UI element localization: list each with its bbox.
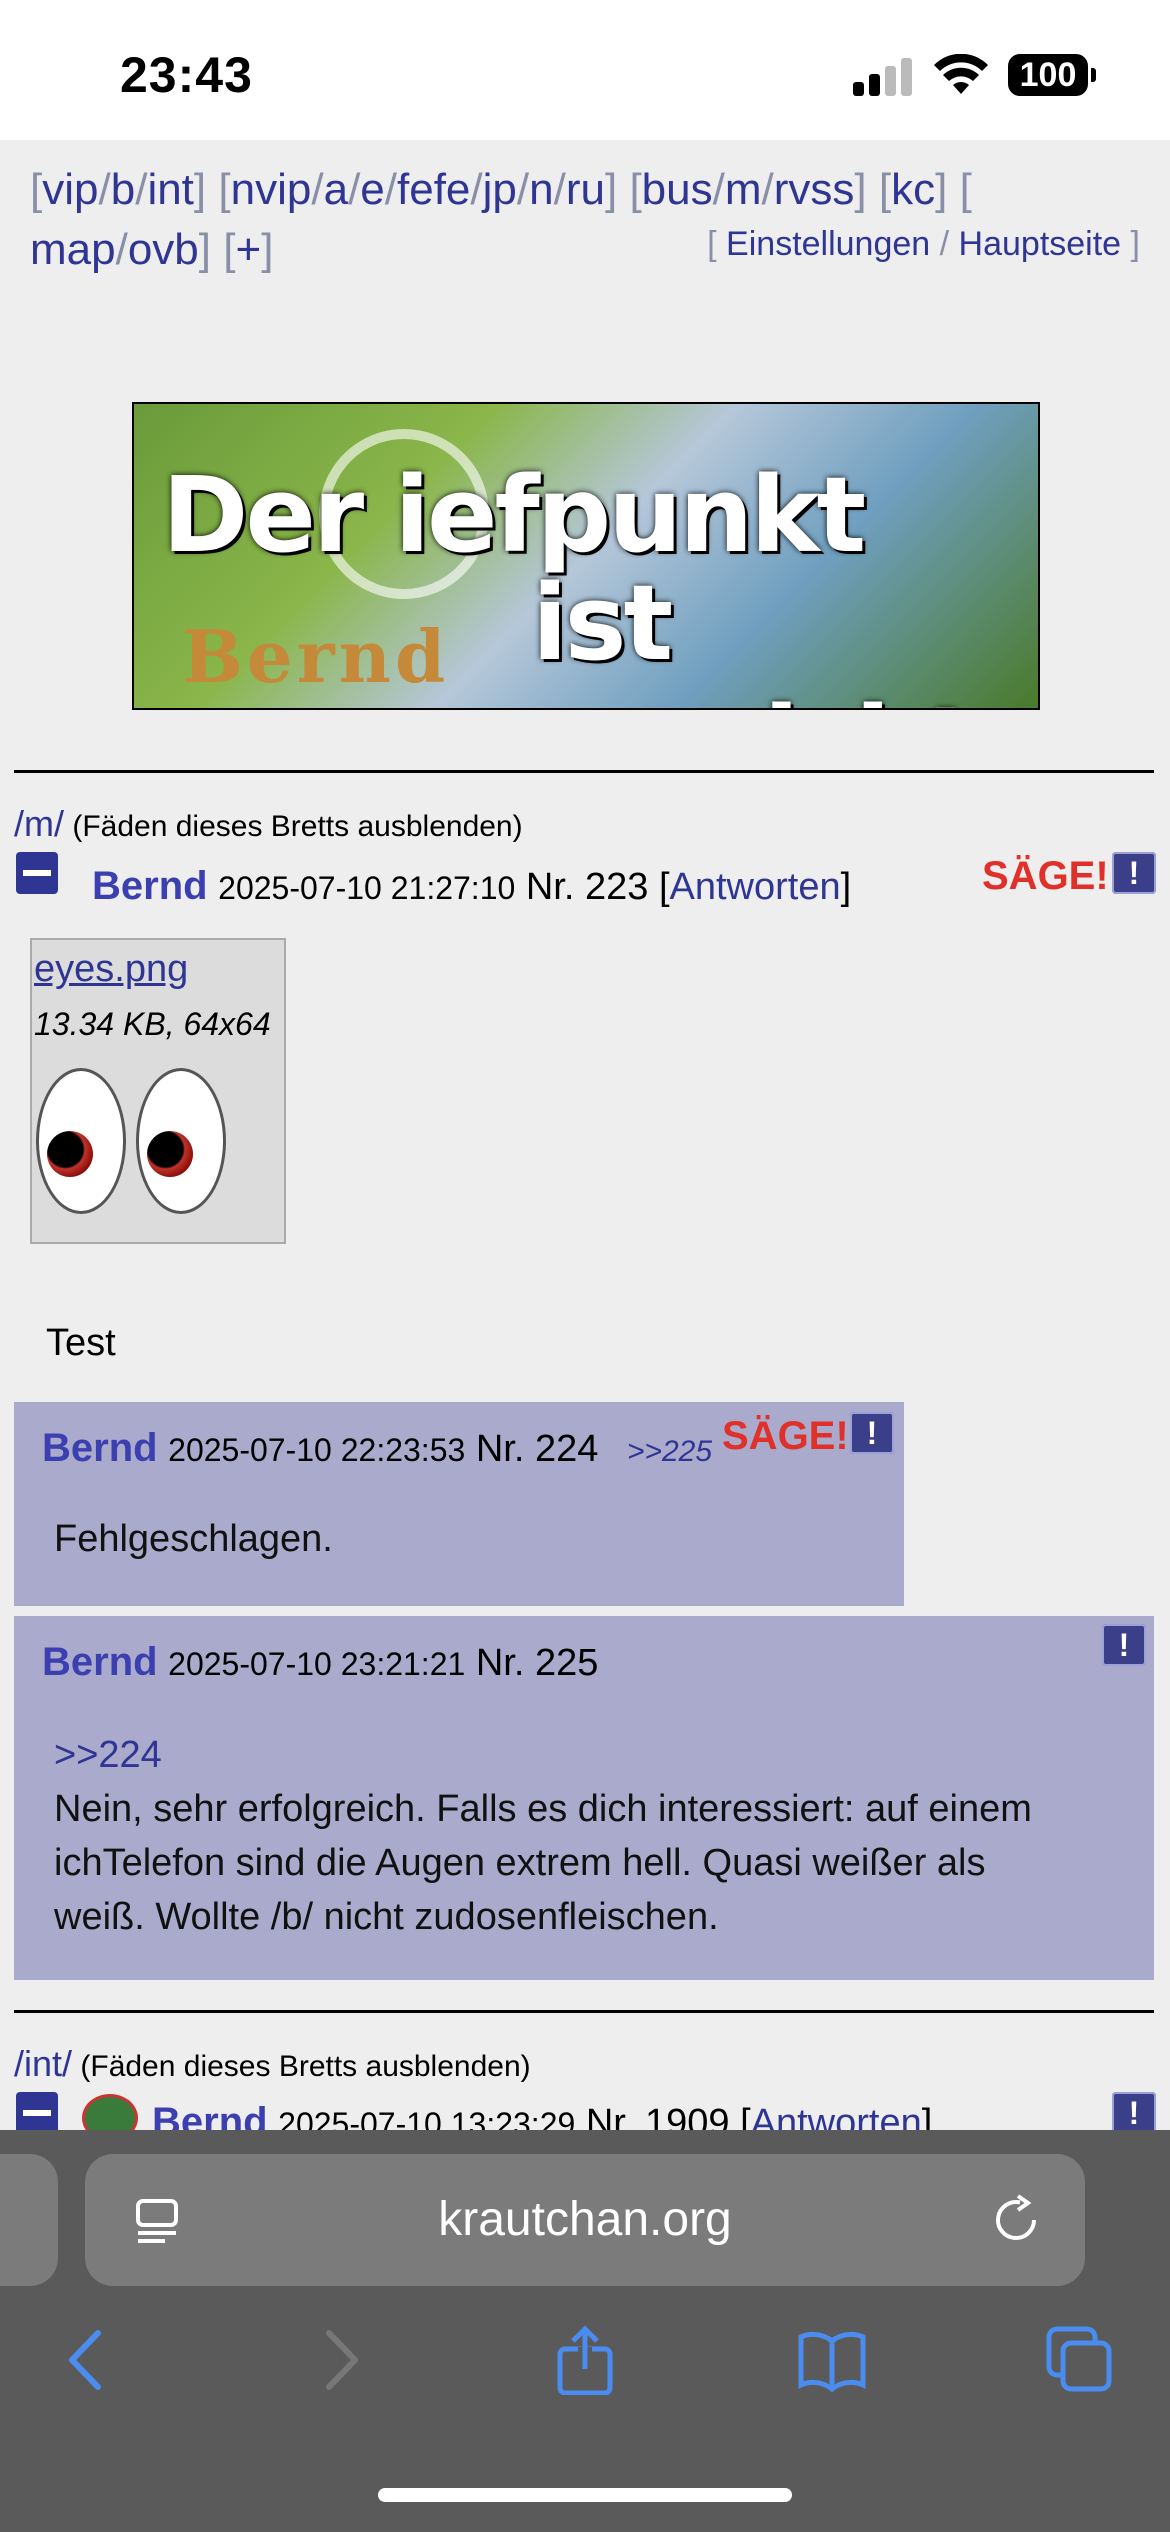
post-number[interactable]: Nr. 224 bbox=[476, 1428, 599, 1470]
post-date: 2025-07-10 21:27:10 bbox=[218, 870, 516, 906]
nav-right: [ Einstellungen / Hauptseite ] bbox=[707, 225, 1140, 263]
op-header: Bernd 2025-07-10 21:27:10 Nr. 223 [Antwo… bbox=[92, 864, 852, 908]
board-link-int[interactable]: /int/ bbox=[14, 2043, 72, 2084]
share-icon[interactable] bbox=[550, 2325, 620, 2395]
nav-jp[interactable]: jp bbox=[483, 165, 517, 214]
settings-link[interactable]: Einstellungen bbox=[726, 225, 930, 263]
back-icon[interactable] bbox=[52, 2325, 122, 2395]
poster-name: Bernd bbox=[42, 1426, 158, 1470]
board-header-int: /int/ (Fäden dieses Bretts ausblenden) bbox=[14, 2043, 531, 2085]
nav-n[interactable]: n bbox=[529, 165, 553, 214]
nav-fefe[interactable]: fefe bbox=[397, 165, 470, 214]
reload-icon[interactable] bbox=[990, 2194, 1042, 2246]
board-header-m: /m/ (Fäden dieses Bretts ausblenden) bbox=[14, 803, 523, 845]
reply-header: Bernd 2025-07-10 23:21:21 Nr. 225 bbox=[42, 1640, 598, 1685]
nav-m[interactable]: m bbox=[725, 165, 762, 214]
divider bbox=[14, 2010, 1154, 2013]
nav-ovb[interactable]: ovb bbox=[128, 225, 199, 274]
hide-board-link[interactable]: (Fäden dieses Bretts ausblenden) bbox=[80, 2050, 530, 2083]
file-name[interactable]: eyes.png bbox=[34, 948, 188, 991]
nav-ru[interactable]: ru bbox=[566, 165, 605, 214]
board-link-m[interactable]: /m/ bbox=[14, 803, 64, 844]
reply-header: Bernd 2025-07-10 22:23:53 Nr. 224 >>225 bbox=[42, 1426, 712, 1471]
reply-post-225: Bernd 2025-07-10 23:21:21 Nr. 225 ! >>22… bbox=[14, 1616, 1154, 1980]
nav-nvip[interactable]: nvip bbox=[231, 165, 312, 214]
tabs-icon[interactable] bbox=[1045, 2325, 1115, 2395]
nav-vip[interactable]: vip bbox=[42, 165, 98, 214]
saege-label: SÄGE! bbox=[982, 854, 1109, 898]
collapse-thread-icon[interactable] bbox=[16, 852, 58, 894]
report-icon[interactable]: ! bbox=[850, 1412, 894, 1454]
quote-link[interactable]: >>224 bbox=[54, 1734, 162, 1776]
url-text: krautchan.org bbox=[438, 2193, 732, 2246]
reader-icon[interactable] bbox=[135, 2198, 179, 2244]
wifi-icon bbox=[934, 54, 988, 94]
file-meta: 13.34 KB, 64x64 bbox=[34, 1006, 271, 1042]
address-bar[interactable]: krautchan.org bbox=[85, 2154, 1085, 2286]
report-icon[interactable]: ! bbox=[1112, 2092, 1156, 2134]
home-indicator bbox=[378, 2488, 792, 2502]
nav-a[interactable]: a bbox=[324, 165, 348, 214]
banner-line2: ist erreicht bbox=[532, 562, 976, 708]
post-date: 2025-07-10 23:21:21 bbox=[168, 1646, 466, 1682]
eye-right-icon bbox=[136, 1068, 226, 1214]
backlink[interactable]: >>225 bbox=[627, 1435, 712, 1468]
battery-icon: 100 bbox=[1008, 54, 1096, 96]
previous-tab-stub[interactable] bbox=[0, 2154, 58, 2286]
post-text: Fehlgeschlagen. bbox=[54, 1518, 333, 1560]
post-number[interactable]: Nr. 223 bbox=[526, 866, 649, 908]
nav-bus[interactable]: bus bbox=[642, 165, 713, 214]
banner-line3: Bernd bbox=[182, 614, 450, 699]
clock: 23:43 bbox=[120, 47, 253, 103]
eye-left-icon bbox=[36, 1068, 126, 1214]
nav-map[interactable]: map bbox=[30, 225, 116, 274]
home-link[interactable]: Hauptseite bbox=[959, 225, 1122, 263]
collapse-thread-icon[interactable] bbox=[16, 2092, 58, 2134]
status-bar: 23:43 100 bbox=[0, 0, 1170, 140]
nav-e[interactable]: e bbox=[360, 165, 384, 214]
op-text: Test bbox=[46, 1322, 116, 1364]
reply-link[interactable]: Antworten bbox=[670, 866, 841, 908]
post-text: >>224 Nein, sehr erfolgreich. Falls es d… bbox=[54, 1734, 1032, 1938]
file-attachment[interactable]: eyes.png 13.34 KB, 64x64 bbox=[30, 938, 286, 1244]
hide-board-link[interactable]: (Fäden dieses Bretts ausblenden) bbox=[72, 810, 522, 843]
browser-toolbar: krautchan.org bbox=[0, 2130, 1170, 2532]
report-icon[interactable]: ! bbox=[1102, 1624, 1146, 1666]
signal-icon bbox=[853, 56, 913, 96]
forward-icon[interactable] bbox=[305, 2325, 375, 2395]
saege-label: SÄGE! bbox=[722, 1414, 849, 1458]
nav-int[interactable]: int bbox=[147, 165, 193, 214]
banner-image: Der iefpunkt Bernd ist erreicht bbox=[132, 402, 1040, 710]
post-number[interactable]: Nr. 225 bbox=[476, 1642, 599, 1684]
report-icon[interactable]: ! bbox=[1112, 852, 1156, 894]
nav-plus[interactable]: + bbox=[235, 225, 261, 274]
banner-line1: Der iefpunkt bbox=[162, 454, 866, 576]
divider bbox=[14, 770, 1154, 773]
poster-name: Bernd bbox=[42, 1640, 158, 1684]
bookmarks-icon[interactable] bbox=[797, 2325, 867, 2395]
post-date: 2025-07-10 22:23:53 bbox=[168, 1432, 466, 1468]
poster-name: Bernd bbox=[92, 864, 208, 908]
nav-kc[interactable]: kc bbox=[891, 165, 935, 214]
nav-rvss[interactable]: rvss bbox=[774, 165, 855, 214]
nav-b[interactable]: b bbox=[111, 165, 135, 214]
reply-post-224: Bernd 2025-07-10 22:23:53 Nr. 224 >>225 … bbox=[14, 1402, 904, 1606]
